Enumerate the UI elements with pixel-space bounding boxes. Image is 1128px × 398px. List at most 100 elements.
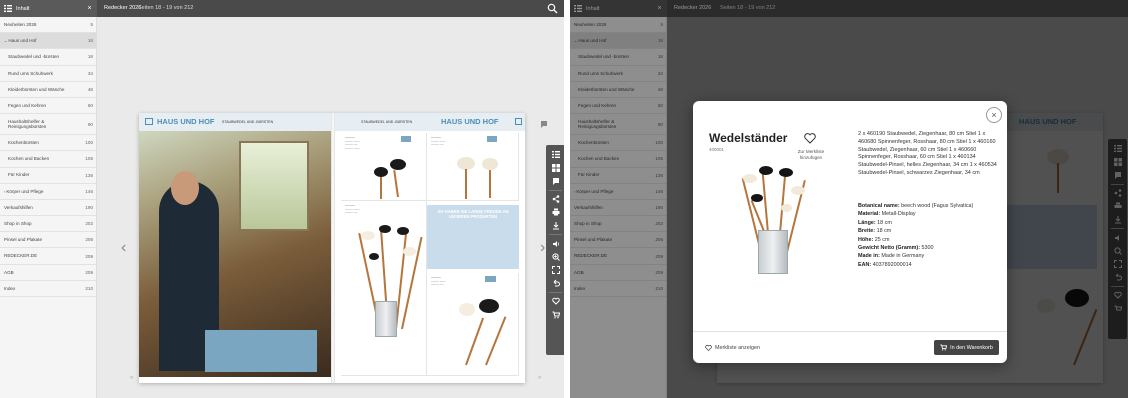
zoom-in-icon[interactable] — [550, 251, 562, 263]
last-page-icon[interactable]: » — [538, 375, 541, 381]
toc-item[interactable]: REDECKER.DE 209 — [570, 248, 666, 265]
print-icon[interactable] — [550, 206, 562, 218]
wishlist-icon[interactable] — [1112, 289, 1124, 301]
toc-item[interactable]: › Körper und Pflege 146 — [0, 184, 96, 200]
close-icon[interactable]: × — [85, 5, 94, 12]
undo-icon[interactable] — [1112, 271, 1124, 283]
top-bar: Inhalt × Redecker 2026 Seiten 18 - 19 vo… — [570, 0, 1128, 17]
toc-item[interactable]: Haushaltshelfer & Reinigungsbürsten 90 — [570, 114, 666, 136]
toc-item[interactable]: Kleiderbürsten und Wäsche 48 — [570, 82, 666, 98]
toc-item[interactable]: Kochen und Backen 106 — [0, 151, 96, 168]
toc-header: Inhalt × — [0, 0, 97, 17]
bookmark-icon[interactable] — [540, 115, 548, 128]
toc-item[interactable]: Shop in Shop 202 — [0, 216, 96, 233]
share-icon[interactable] — [1112, 187, 1124, 199]
fullscreen-icon[interactable] — [1112, 258, 1124, 270]
spec-row: Botanical name: beech wood (Fagus Sylvat… — [858, 203, 974, 209]
product-code: 400001 — [709, 147, 725, 152]
undo-icon[interactable] — [550, 277, 562, 289]
toc-item[interactable]: Neuheiten 2026 5 — [0, 17, 96, 34]
sound-icon[interactable] — [1112, 232, 1124, 244]
close-icon[interactable]: × — [986, 107, 1002, 123]
care-info-panel: SO HABEN SIE LANGE FREUDE AN UNSEREN PRO… — [427, 205, 519, 269]
first-page-icon[interactable]: « — [130, 375, 133, 381]
toc-item[interactable]: Rund ums Schuhwerk 34 — [0, 66, 96, 82]
catalog-viewer-left: Inhalt × Redecker 2026 Seiten 18 - 19 vo… — [0, 0, 564, 398]
close-icon[interactable]: × — [655, 5, 664, 12]
toc-item[interactable]: AGB 209 — [0, 265, 96, 281]
list-icon[interactable] — [573, 4, 583, 14]
cart-icon[interactable] — [550, 309, 562, 321]
logo-icon — [145, 118, 153, 125]
toc-item[interactable]: Staubwedel und -bürsten 18 — [570, 49, 666, 66]
wishlist-icon[interactable] — [550, 295, 562, 307]
logo-icon — [515, 118, 522, 125]
share-icon[interactable] — [550, 193, 562, 205]
toc-item[interactable]: Rund ums Schuhwerk 34 — [570, 66, 666, 82]
search-icon[interactable] — [547, 3, 558, 14]
toc-icon[interactable] — [1112, 143, 1124, 155]
prev-page-arrow[interactable]: ‹ — [121, 239, 126, 257]
catalog-title: Redecker 2026 — [104, 5, 142, 11]
spec-row: Material: Metall-Display — [858, 211, 916, 218]
toc-item-active[interactable]: ⌄ Haus und Hof 18 — [0, 33, 96, 50]
zoom-in-icon[interactable] — [1112, 245, 1124, 257]
thumbnails-icon[interactable] — [1112, 156, 1124, 168]
toc-item[interactable]: Pinsel und Plakate 206 — [570, 232, 666, 249]
toc-title: Inhalt — [586, 5, 600, 12]
sound-icon[interactable] — [550, 238, 562, 250]
toc-item-active[interactable]: ⌄ Haus und Hof 18 — [570, 33, 666, 50]
viewer-toolbar — [546, 145, 564, 355]
toc-item[interactable]: Küchenbürsten 100 — [570, 135, 666, 152]
product-card[interactable]: ───── ──── ─── ──── ── — [427, 273, 519, 376]
list-icon[interactable] — [3, 4, 13, 14]
spec-row: Gewicht Netto (Gramm): 5300 — [858, 244, 934, 251]
toc-item[interactable]: Pinsel und Plakate 206 — [0, 232, 96, 249]
fullscreen-icon[interactable] — [550, 264, 562, 276]
toc-item[interactable]: Shop in Shop 202 — [570, 216, 666, 233]
toc-item[interactable]: Für Kinder 136 — [0, 168, 96, 184]
caret-down-icon: ⌄ — [574, 38, 578, 44]
product-card[interactable]: ───── ──── ─── ──── ── — [427, 133, 519, 201]
product-badge — [487, 136, 497, 142]
notes-icon[interactable] — [550, 175, 562, 187]
show-wishlist-label: Merkliste anzeigen — [715, 345, 760, 351]
toc-item[interactable]: REDECKER.DE 209 — [0, 248, 96, 265]
info-box — [205, 330, 317, 372]
add-to-cart-button[interactable]: In den Warenkorb — [934, 340, 999, 355]
toc-item[interactable]: Neuheiten 2026 5 — [570, 17, 666, 34]
spec-row: Made in: Made in Germany — [858, 253, 925, 260]
toc-item[interactable]: Fegen und Kehren 60 — [570, 98, 666, 115]
product-detail-modal: × Wedelständer 400001 Zur Merkliste hinz… — [693, 101, 1007, 363]
product-badge — [485, 276, 496, 282]
toc-item[interactable]: AGB 209 — [570, 265, 666, 281]
notes-icon[interactable] — [1112, 169, 1124, 181]
download-icon[interactable] — [550, 220, 562, 232]
toc-item[interactable]: Index 210 — [0, 281, 96, 297]
toc-item[interactable]: Für Kinder 136 — [570, 168, 666, 184]
toc-item[interactable]: Verkaufshilfen 190 — [0, 200, 96, 217]
toc-item[interactable]: › Körper und Pflege 146 — [570, 184, 666, 200]
show-wishlist-link[interactable]: Merkliste anzeigen — [705, 345, 760, 351]
product-title: Wedelständer — [709, 131, 788, 145]
next-page-arrow[interactable]: › — [540, 239, 545, 257]
toc-icon[interactable] — [550, 149, 562, 161]
download-icon[interactable] — [1112, 214, 1124, 226]
section-subtitle: STAUBWEDEL UND -BÜRSTEN — [222, 120, 274, 124]
print-icon[interactable] — [1112, 200, 1124, 212]
toc-item[interactable]: Haushaltshelfer & Reinigungsbürsten 90 — [0, 114, 96, 136]
toc-item[interactable]: Fegen und Kehren 60 — [0, 98, 96, 115]
heart-icon[interactable] — [804, 133, 816, 144]
toc-item[interactable]: Küchenbürsten 100 — [0, 135, 96, 152]
product-card[interactable]: ───── ──── ─── ──── ── — [341, 201, 427, 376]
toc-item[interactable]: Verkaufshilfen 190 — [570, 200, 666, 217]
spec-row: Länge: 18 cm — [858, 219, 892, 226]
cart-icon[interactable] — [1112, 303, 1124, 315]
toc-item[interactable]: Kochen und Backen 106 — [570, 151, 666, 168]
page-indicator: Seiten 18 - 19 von 212 — [720, 5, 776, 11]
thumbnails-icon[interactable] — [550, 162, 562, 174]
toc-item[interactable]: Staubwedel und -bürsten 18 — [0, 49, 96, 66]
toc-item[interactable]: Index 210 — [570, 281, 666, 297]
toc-item[interactable]: Kleiderbürsten und Wäsche 48 — [0, 82, 96, 98]
product-card[interactable]: ───── ──── ─── ──── ── ──── ─── — [341, 133, 427, 201]
